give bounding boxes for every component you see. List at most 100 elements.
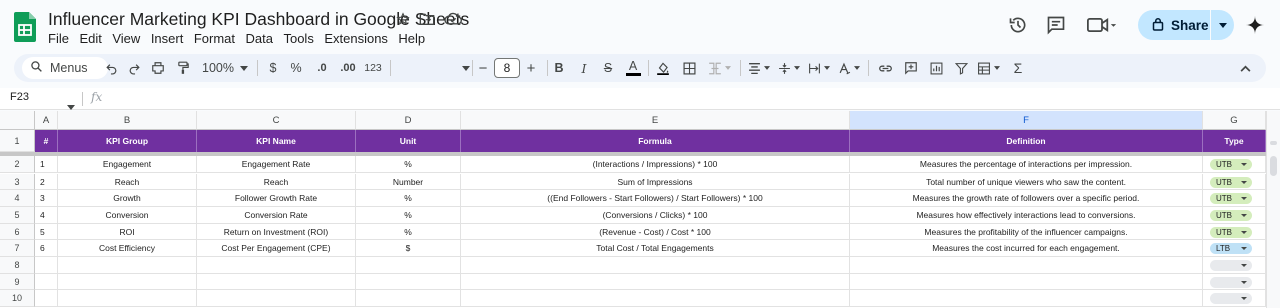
header-cell-unit[interactable]: Unit xyxy=(356,130,461,152)
cell-group[interactable]: Growth xyxy=(58,190,197,207)
menu-extensions[interactable]: Extensions xyxy=(324,31,388,46)
cell-name[interactable]: Return on Investment (ROI) xyxy=(197,224,356,240)
cell-definition[interactable]: Measures the percentage of interactions … xyxy=(850,156,1203,173)
name-box[interactable]: F23 xyxy=(10,91,29,103)
row-header-9[interactable]: 9 xyxy=(0,274,35,290)
type-dropdown-chip[interactable]: UTB xyxy=(1210,193,1252,204)
cell-unit[interactable]: % xyxy=(356,207,461,224)
cell-definition[interactable]: Measures how effectively interactions le… xyxy=(850,207,1203,224)
select-all-corner[interactable] xyxy=(0,111,35,130)
row-header-2[interactable]: 2 xyxy=(0,156,35,173)
cell-num[interactable]: 1 xyxy=(35,156,58,173)
column-header-f[interactable]: F xyxy=(850,111,1203,130)
type-dropdown-chip[interactable]: LTB xyxy=(1210,243,1252,254)
menu-view[interactable]: View xyxy=(112,31,140,46)
increase-font-size-button[interactable]: + xyxy=(524,54,538,82)
cell-formula[interactable]: (Revenue - Cost) / Cost * 100 xyxy=(461,224,850,240)
cell-name[interactable]: Engagement Rate xyxy=(197,156,356,173)
cell-group[interactable] xyxy=(58,290,197,307)
cell-definition[interactable]: Measures the profitability of the influe… xyxy=(850,224,1203,240)
cell-definition[interactable]: Measures the growth rate of followers ov… xyxy=(850,190,1203,207)
cell-type[interactable]: UTB xyxy=(1203,190,1266,207)
cell-num[interactable]: 6 xyxy=(35,240,58,257)
text-rotation-icon[interactable] xyxy=(836,54,862,82)
row-header-3[interactable]: 3 xyxy=(0,174,35,190)
type-dropdown-chip[interactable]: UTB xyxy=(1210,176,1252,188)
insert-chart-icon[interactable] xyxy=(927,54,945,82)
insert-link-icon[interactable] xyxy=(876,54,894,82)
cell-group[interactable] xyxy=(58,274,197,290)
cell-group[interactable]: Cost Efficiency xyxy=(58,240,197,257)
vertical-scrollbar[interactable] xyxy=(1266,111,1280,308)
gemini-sparkle-icon[interactable] xyxy=(1245,15,1265,40)
cell-name[interactable] xyxy=(197,290,356,307)
share-dropdown-icon[interactable] xyxy=(1211,10,1234,40)
header-cell-name[interactable]: KPI Name xyxy=(197,130,356,152)
row-header-1[interactable]: 1 xyxy=(0,130,35,152)
type-dropdown-chip[interactable] xyxy=(1210,260,1252,271)
increase-decimal-button[interactable]: .00 xyxy=(336,54,360,82)
header-cell-group[interactable]: KPI Group xyxy=(58,130,197,152)
row-header-8[interactable]: 8 xyxy=(0,257,35,274)
cell-unit[interactable] xyxy=(356,257,461,274)
column-header-a[interactable]: A xyxy=(35,111,58,130)
share-button[interactable]: Share xyxy=(1138,10,1234,40)
cell-formula[interactable] xyxy=(461,290,850,307)
cell-definition[interactable] xyxy=(850,274,1203,290)
menu-data[interactable]: Data xyxy=(246,31,273,46)
column-header-c[interactable]: C xyxy=(197,111,356,130)
currency-format-button[interactable]: $ xyxy=(265,54,281,82)
cell-unit[interactable]: % xyxy=(356,224,461,240)
cell-name[interactable] xyxy=(197,274,356,290)
strikethrough-button[interactable]: S xyxy=(601,54,615,82)
cell-type[interactable] xyxy=(1203,274,1266,290)
type-dropdown-chip[interactable]: UTB xyxy=(1210,210,1252,221)
cell-unit[interactable] xyxy=(356,290,461,307)
cell-type[interactable] xyxy=(1203,257,1266,274)
star-icon[interactable] xyxy=(396,12,410,26)
decrease-font-size-button[interactable]: − xyxy=(476,54,490,82)
cell-group[interactable]: Conversion xyxy=(58,207,197,224)
column-header-g[interactable]: G xyxy=(1203,111,1266,130)
type-dropdown-chip[interactable]: UTB xyxy=(1210,226,1252,238)
meet-icon[interactable] xyxy=(1087,16,1117,39)
type-dropdown-chip[interactable]: UTB xyxy=(1210,159,1252,170)
header-cell-type[interactable]: Type xyxy=(1203,130,1266,152)
collapse-toolbar-icon[interactable] xyxy=(1236,54,1254,82)
formula-input[interactable] xyxy=(112,91,1252,107)
filter-icon[interactable] xyxy=(952,54,970,82)
cell-type[interactable]: UTB xyxy=(1203,207,1266,224)
menu-format[interactable]: Format xyxy=(194,31,235,46)
version-history-icon[interactable] xyxy=(1008,15,1028,40)
cell-formula[interactable]: (Conversions / Clicks) * 100 xyxy=(461,207,850,224)
cell-name[interactable]: Reach xyxy=(197,174,356,190)
cell-group[interactable]: Engagement xyxy=(58,156,197,173)
text-wrapping-icon[interactable] xyxy=(806,54,832,82)
row-header-4[interactable]: 4 xyxy=(0,190,35,207)
cell-definition[interactable] xyxy=(850,290,1203,307)
zoom-select[interactable]: 100% xyxy=(200,54,250,82)
filter-views-icon[interactable] xyxy=(974,54,1002,82)
decrease-decimal-button[interactable]: .0 xyxy=(312,54,332,82)
merge-cells-icon[interactable] xyxy=(706,54,732,82)
cell-name[interactable]: Cost Per Engagement (CPE) xyxy=(197,240,356,257)
header-cell-formula[interactable]: Formula xyxy=(461,130,850,152)
cell-unit[interactable] xyxy=(356,274,461,290)
type-dropdown-chip[interactable] xyxy=(1210,293,1252,304)
cell-name[interactable]: Conversion Rate xyxy=(197,207,356,224)
cloud-saved-icon[interactable] xyxy=(444,12,462,26)
column-header-e[interactable]: E xyxy=(461,111,850,130)
cell-name[interactable]: Follower Growth Rate xyxy=(197,190,356,207)
cell-formula[interactable]: (Interactions / Impressions) * 100 xyxy=(461,156,850,173)
cell-unit[interactable]: $ xyxy=(356,240,461,257)
insert-comment-icon[interactable] xyxy=(902,54,920,82)
font-family-select[interactable] xyxy=(394,54,474,82)
cell-num[interactable]: 4 xyxy=(35,207,58,224)
paint-format-icon[interactable] xyxy=(174,54,192,82)
cell-name[interactable] xyxy=(197,257,356,274)
menu-edit[interactable]: Edit xyxy=(79,31,101,46)
functions-button[interactable]: Σ xyxy=(1009,54,1027,82)
row-header-7[interactable]: 7 xyxy=(0,240,35,257)
comments-icon[interactable] xyxy=(1046,15,1066,40)
cell-num[interactable]: 5 xyxy=(35,224,58,240)
